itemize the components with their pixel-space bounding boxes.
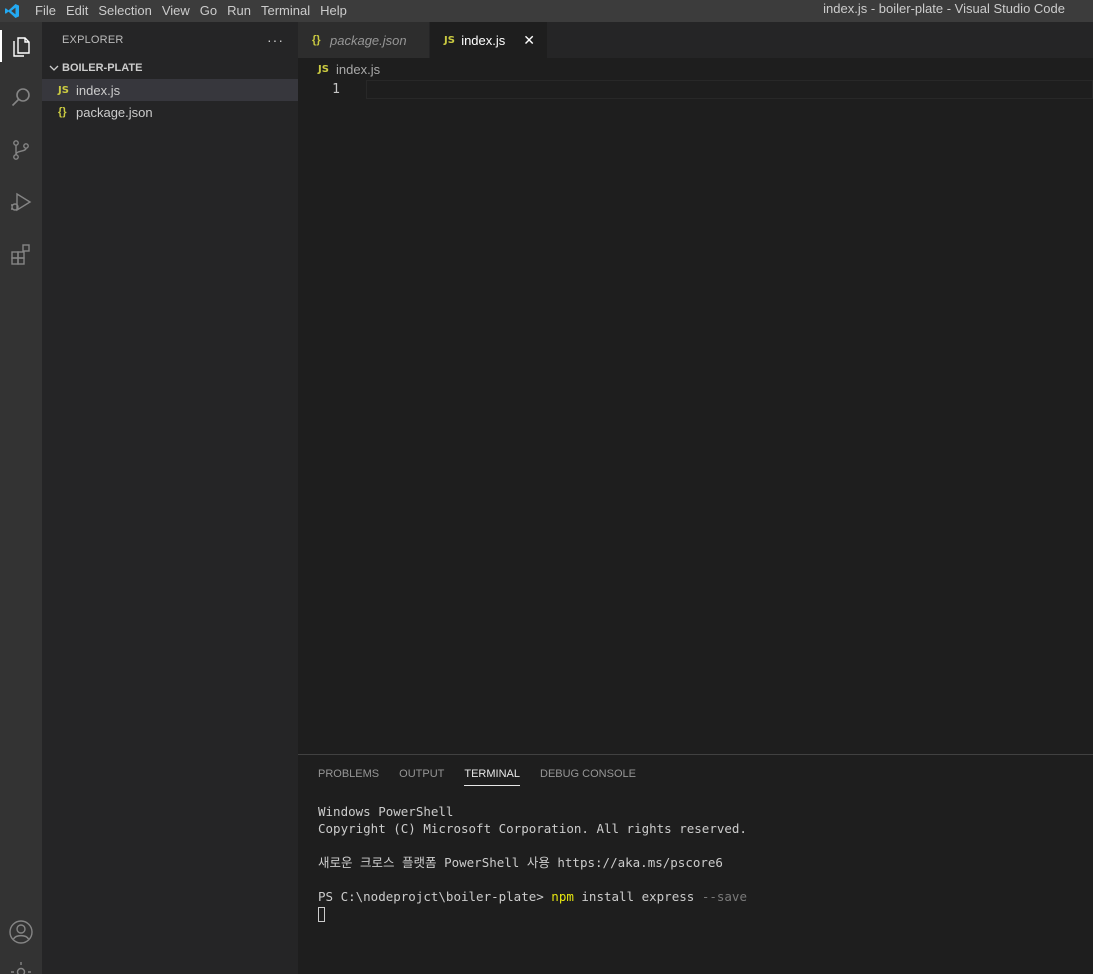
menu-view[interactable]: View — [157, 0, 195, 22]
explorer-icon[interactable] — [0, 26, 42, 66]
code-editor[interactable]: 1 — [298, 80, 1093, 754]
run-debug-icon[interactable] — [0, 182, 42, 222]
current-line-highlight — [366, 80, 1093, 99]
account-icon[interactable] — [0, 912, 42, 952]
vscode-logo-icon — [0, 0, 24, 22]
editor-tabs: {} package.json JS index.js ✕ — [298, 22, 1093, 58]
window-title: index.js - boiler-plate - Visual Studio … — [823, 1, 1065, 16]
js-file-icon: JS — [318, 63, 329, 75]
tab-label: package.json — [330, 32, 407, 48]
breadcrumb-file[interactable]: index.js — [336, 62, 380, 77]
tab-output[interactable]: OUTPUT — [399, 755, 444, 793]
terminal-line: 새로운 크로스 플랫폼 PowerShell 사용 https://aka.ms… — [318, 855, 723, 870]
tab-problems[interactable]: PROBLEMS — [318, 755, 379, 793]
chevron-down-icon — [48, 62, 60, 74]
menu-help[interactable]: Help — [315, 0, 352, 22]
settings-icon[interactable] — [0, 960, 42, 974]
more-actions-icon[interactable]: ··· — [267, 32, 284, 48]
breadcrumb: JS index.js — [298, 58, 1093, 80]
terminal-cursor — [318, 907, 325, 922]
sidebar-header: EXPLORER ··· — [42, 22, 298, 57]
json-file-icon: {} — [58, 106, 67, 118]
terminal-args: install express — [573, 889, 702, 904]
source-control-icon[interactable] — [0, 130, 42, 170]
terminal-flag: --save — [701, 889, 747, 904]
menu-file[interactable]: File — [30, 0, 61, 22]
file-item-index-js[interactable]: JS index.js — [42, 79, 298, 101]
line-number: 1 — [332, 82, 340, 97]
menu-bar: File Edit Selection View Go Run Terminal… — [30, 0, 352, 22]
file-name: package.json — [76, 104, 153, 120]
folder-name: BOILER-PLATE — [62, 62, 143, 74]
tab-package-json[interactable]: {} package.json — [298, 22, 430, 58]
terminal-line: Windows PowerShell — [318, 804, 454, 819]
tab-terminal[interactable]: TERMINAL — [464, 755, 520, 793]
menu-selection[interactable]: Selection — [93, 0, 156, 22]
terminal-command: npm — [551, 889, 574, 904]
bottom-panel: PROBLEMS OUTPUT TERMINAL DEBUG CONSOLE W… — [298, 754, 1093, 974]
terminal-line: Copyright (C) Microsoft Corporation. All… — [318, 821, 747, 836]
folder-header[interactable]: BOILER-PLATE — [42, 57, 298, 79]
explorer-sidebar: EXPLORER ··· BOILER-PLATE JS index.js {}… — [42, 22, 298, 974]
menu-edit[interactable]: Edit — [61, 0, 93, 22]
json-file-icon: {} — [312, 34, 321, 46]
search-icon[interactable] — [0, 78, 42, 118]
js-file-icon: JS — [58, 84, 69, 96]
file-item-package-json[interactable]: {} package.json — [42, 101, 298, 123]
js-file-icon: JS — [444, 34, 455, 46]
title-bar: File Edit Selection View Go Run Terminal… — [0, 0, 1093, 22]
menu-run[interactable]: Run — [222, 0, 256, 22]
terminal-output[interactable]: Windows PowerShell Copyright (C) Microso… — [298, 793, 1093, 932]
editor-line[interactable]: 1 — [298, 80, 1093, 99]
extensions-icon[interactable] — [0, 234, 42, 274]
file-name: index.js — [76, 82, 121, 98]
close-icon[interactable]: ✕ — [523, 32, 535, 49]
sidebar-title: EXPLORER — [62, 33, 124, 46]
terminal-prompt: PS C:\nodeprojct\boiler-plate> — [318, 889, 552, 904]
tab-index-js[interactable]: JS index.js ✕ — [430, 22, 548, 58]
tab-label: index.js — [461, 32, 506, 48]
menu-go[interactable]: Go — [195, 0, 222, 22]
activity-bar — [0, 22, 42, 974]
panel-tabs: PROBLEMS OUTPUT TERMINAL DEBUG CONSOLE — [298, 755, 1093, 793]
tab-debug-console[interactable]: DEBUG CONSOLE — [540, 755, 636, 793]
menu-terminal[interactable]: Terminal — [256, 0, 315, 22]
